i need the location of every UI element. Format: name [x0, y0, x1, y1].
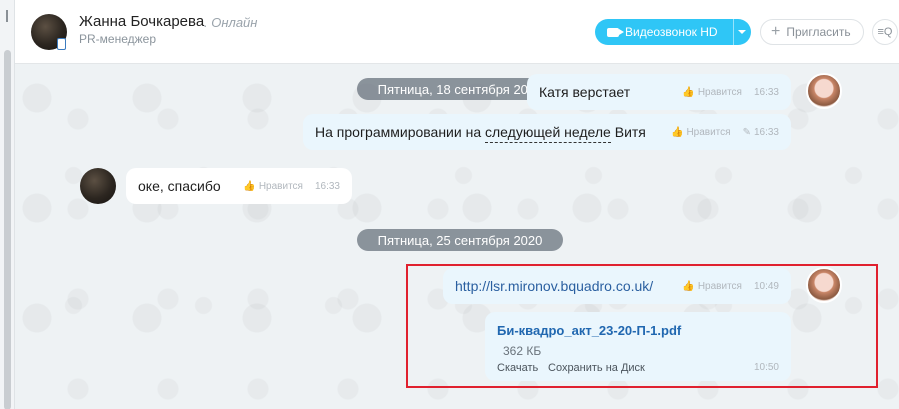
- camera-icon: [607, 27, 624, 37]
- message-text: оке, спасибо: [138, 178, 221, 194]
- invite-button[interactable]: + Пригласить: [760, 19, 864, 45]
- video-call-label: Видеозвонок HD: [625, 25, 718, 39]
- message-time: 16:33: [314, 181, 340, 192]
- divider: [733, 19, 734, 45]
- search-icon[interactable]: ≡Q: [872, 19, 898, 45]
- like-button[interactable]: Нравится: [686, 127, 730, 138]
- chat-area: Пятница, 18 сентября 2020 Катя верстает …: [15, 65, 899, 409]
- message-time: 16:33: [753, 87, 779, 98]
- avatar[interactable]: [80, 168, 116, 204]
- avatar[interactable]: [806, 73, 842, 109]
- message-bubble: На программировании на следующей неделе …: [303, 114, 791, 150]
- user-name[interactable]: Жанна Бочкарева: [79, 13, 204, 30]
- message-bubble: Катя верстает 👍 Нравится 16:33: [527, 74, 791, 110]
- left-scrollbar[interactable]: [4, 50, 11, 409]
- highlight-frame: [406, 264, 878, 388]
- message-link[interactable]: следующей неделе: [485, 124, 611, 143]
- chat-header: Жанна Бочкарева . Онлайн PR-менеджер Вид…: [15, 0, 899, 64]
- message-time: 16:33: [753, 127, 779, 138]
- mobile-device-icon: [57, 38, 66, 50]
- message-bubble: оке, спасибо 👍 Нравится 16:33: [126, 168, 352, 204]
- message-meta: 👍 Нравится ✎ 16:33: [671, 127, 779, 138]
- like-button[interactable]: Нравится: [259, 181, 303, 192]
- like-icon[interactable]: 👍: [671, 127, 683, 138]
- message-meta: 👍 Нравится 16:33: [682, 87, 779, 98]
- invite-label: Пригласить: [786, 25, 851, 39]
- left-panel-strip: [0, 0, 15, 409]
- like-button[interactable]: Нравится: [698, 87, 742, 98]
- panel-edge-icon: [6, 10, 9, 22]
- message-text: Катя верстает: [539, 84, 631, 100]
- video-call-button[interactable]: Видеозвонок HD: [595, 19, 751, 45]
- pencil-icon: ✎: [742, 127, 751, 138]
- like-icon[interactable]: 👍: [243, 181, 255, 192]
- user-status: . Онлайн: [204, 15, 258, 30]
- message-text-part: Витя: [610, 124, 646, 140]
- chevron-down-icon[interactable]: [738, 30, 746, 34]
- user-role: PR-менеджер: [79, 32, 157, 46]
- like-icon[interactable]: 👍: [682, 87, 694, 98]
- plus-icon: +: [771, 23, 781, 40]
- message-text-part: На программировании на: [315, 124, 485, 140]
- message-text: На программировании на следующей неделе …: [315, 124, 646, 143]
- message-meta: 👍 Нравится 16:33: [243, 181, 340, 192]
- date-separator: Пятница, 25 сентября 2020: [357, 229, 563, 251]
